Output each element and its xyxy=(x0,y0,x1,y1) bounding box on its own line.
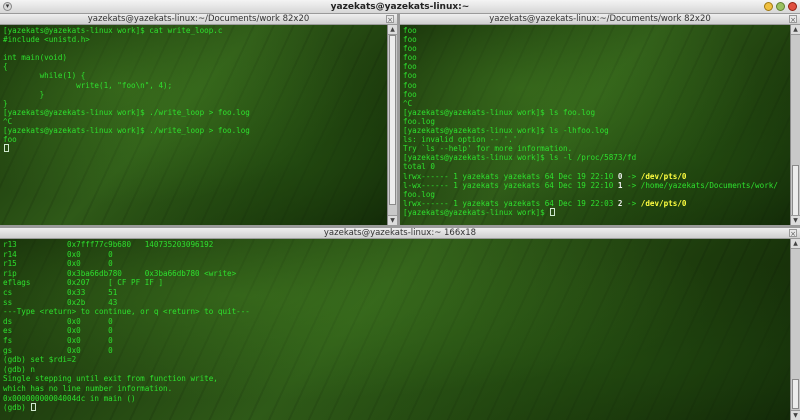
terminal-line: [yazekats@yazekats-linux work]$ ./write_… xyxy=(3,107,250,117)
terminal-line: [yazekats@yazekats-linux work]$ ls -lhfo… xyxy=(403,126,609,136)
gdb-line: es 0x0 0 xyxy=(3,326,113,336)
gdb-line: rip 0x3ba66db780 0x3ba66db780 <write> xyxy=(3,268,237,278)
terminal-line: Try `ls --help' for more information. xyxy=(403,144,573,154)
terminal-line: while(1) { xyxy=(3,71,86,81)
terminal-line: ^C xyxy=(403,98,413,108)
terminal-line: foo xyxy=(403,53,417,63)
prompt-line: [yazekats@yazekats-linux work]$ xyxy=(403,207,788,217)
scrollbar[interactable]: ▲ ▼ xyxy=(790,25,800,225)
terminal-line: foo xyxy=(403,44,417,54)
scroll-thumb[interactable] xyxy=(792,165,799,217)
gdb-line: ss 0x2b 43 xyxy=(3,297,118,307)
terminal-line: [yazekats@yazekats-linux work]$ cat writ… xyxy=(3,26,223,35)
terminal-line: { xyxy=(3,62,8,72)
terminal-window: ▾ yazekats@yazekats-linux:~ yazekats@yaz… xyxy=(0,0,800,420)
terminal-line: [yazekats@yazekats-linux work]$ ls -l /p… xyxy=(403,153,637,163)
scroll-thumb[interactable] xyxy=(389,35,396,205)
close-pane-icon[interactable]: × xyxy=(789,15,797,24)
scroll-up-icon[interactable]: ▲ xyxy=(388,25,397,35)
scrollbar[interactable]: ▲ ▼ xyxy=(790,239,800,420)
gdb-line: 0x00000000004004dc in main () xyxy=(3,393,136,403)
gdb-line: cs 0x33 51 xyxy=(3,287,118,297)
terminal-line: foo xyxy=(403,71,417,81)
terminal-pane-top-left[interactable]: yazekats@yazekats-linux:~/Documents/work… xyxy=(0,14,397,225)
prompt-text: [yazekats@yazekats-linux work]$ xyxy=(403,207,550,217)
fd-target: /dev/pts/0 xyxy=(640,198,687,208)
terminal-line: foo xyxy=(403,80,417,90)
scroll-up-icon[interactable]: ▲ xyxy=(791,239,800,249)
fd-permissions-text: lrwx------ 1 yazekats yazekats 64 Dec 19… xyxy=(403,171,618,181)
maximize-button[interactable] xyxy=(776,2,785,11)
fd-arrow: -> xyxy=(622,171,641,181)
gdb-line: Single stepping until exit from function… xyxy=(3,374,218,384)
gdb-line: ds 0x0 0 xyxy=(3,316,113,326)
fd-entry-line: lrwx------ 1 yazekats yazekats 64 Dec 19… xyxy=(403,199,788,208)
gdb-line: r13 0x7fff77c9b680 140735203096192 xyxy=(3,240,214,249)
terminal-pane-bottom[interactable]: yazekats@yazekats-linux:~ 166x18 × r13 0… xyxy=(0,228,800,420)
gdb-line: ---Type <return> to continue, or q <retu… xyxy=(3,307,250,317)
gdb-line: (gdb) n xyxy=(3,364,36,374)
scrollbar[interactable]: ▲ ▼ xyxy=(387,25,397,225)
fd-arrow: -> xyxy=(622,180,641,190)
gdb-line: r14 0x0 0 xyxy=(3,249,113,259)
terminal-line: } xyxy=(3,89,45,99)
scroll-down-icon[interactable]: ▼ xyxy=(791,215,800,225)
close-pane-icon[interactable]: × xyxy=(789,229,797,238)
prompt-line: (gdb) xyxy=(3,403,788,413)
scroll-down-icon[interactable]: ▼ xyxy=(388,215,397,225)
terminal-line: [yazekats@yazekats-linux work]$ ./write_… xyxy=(3,126,250,136)
close-window-button[interactable] xyxy=(788,2,797,11)
pane-title: yazekats@yazekats-linux:~/Documents/work… xyxy=(0,14,397,25)
terminal-line: foo xyxy=(3,135,17,145)
gdb-line: r15 0x0 0 xyxy=(3,259,113,269)
window-titlebar[interactable]: ▾ yazekats@yazekats-linux:~ xyxy=(0,0,800,14)
pane-title: yazekats@yazekats-linux:~ 166x18 xyxy=(0,228,800,239)
gdb-prompt: (gdb) xyxy=(3,403,31,413)
terminal-line: foo xyxy=(403,89,417,99)
scroll-up-icon[interactable]: ▲ xyxy=(791,25,800,35)
terminal-cursor xyxy=(550,207,556,216)
gdb-line: which has no line number information. xyxy=(3,383,173,393)
terminal-line: write(1, "foo\n", 4); xyxy=(3,80,173,90)
pane-title: yazekats@yazekats-linux:~/Documents/work… xyxy=(400,14,800,25)
terminal-cursor xyxy=(31,403,37,412)
fd-permissions-text: lrwx------ 1 yazekats yazekats 64 Dec 19… xyxy=(403,198,618,208)
fd-permissions-text: l-wx------ 1 yazekats yazekats 64 Dec 19… xyxy=(403,180,618,190)
minimize-button[interactable] xyxy=(764,2,773,11)
fd-arrow: -> xyxy=(622,198,641,208)
fd-entry-line: lrwx------ 1 yazekats yazekats 64 Dec 19… xyxy=(403,172,788,181)
gdb-line: eflags 0x207 [ CF PF IF ] xyxy=(3,278,164,288)
terminal-line: foo xyxy=(403,62,417,72)
gdb-line: (gdb) set $rdi=2 xyxy=(3,355,77,365)
window-title: yazekats@yazekats-linux:~ xyxy=(330,2,470,12)
fd-entry-line: l-wx------ 1 yazekats yazekats 64 Dec 19… xyxy=(403,181,788,190)
gdb-line: gs 0x0 0 xyxy=(3,345,113,355)
terminal-line xyxy=(3,144,385,153)
terminal-output[interactable]: foo foo foo foo foo foo foo foo ^C [yazekats@yaze… xyxy=(403,26,788,223)
terminal-line: total 0 xyxy=(403,162,436,172)
scroll-down-icon[interactable]: ▼ xyxy=(791,410,800,420)
terminal-pane-top-right[interactable]: yazekats@yazekats-linux:~/Documents/work… xyxy=(400,14,800,225)
fd-permissions-text: foo.log xyxy=(403,189,436,199)
terminal-line: [yazekats@yazekats-linux work]$ ls foo.l… xyxy=(403,107,596,117)
terminal-line: foo.log xyxy=(403,116,436,126)
terminal-output[interactable]: [yazekats@yazekats-linux work]$ cat writ… xyxy=(3,26,385,223)
terminal-cursor xyxy=(4,144,9,153)
fd-entry-line: foo.log xyxy=(403,190,788,199)
fd-target: /home/yazekats/Documents/work/ xyxy=(640,180,778,190)
terminal-output[interactable]: r13 0x7fff77c9b680 140735203096192 r14 0x… xyxy=(3,240,788,418)
terminal-line: foo xyxy=(403,35,417,45)
terminal-line: ^C xyxy=(3,116,13,126)
close-pane-icon[interactable]: × xyxy=(386,15,394,24)
fd-target: /dev/pts/0 xyxy=(640,171,687,181)
scroll-thumb[interactable] xyxy=(792,379,799,409)
gdb-line: fs 0x0 0 xyxy=(3,335,113,345)
terminal-line: } xyxy=(3,98,8,108)
terminal-line: int main(void) xyxy=(3,53,68,63)
terminal-line: foo xyxy=(403,26,417,35)
terminal-line: #include <unistd.h> xyxy=(3,35,90,45)
terminal-line: ls: invalid option -- '.' xyxy=(403,135,518,145)
